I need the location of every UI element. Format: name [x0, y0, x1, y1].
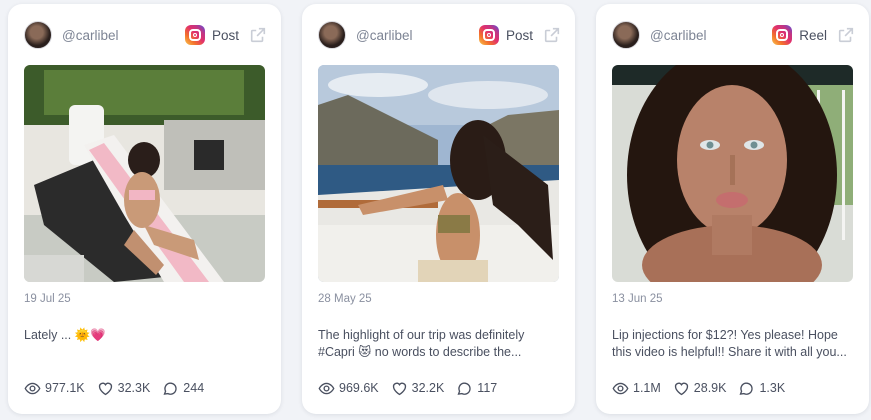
post-card[interactable]: @carlibel Reel 13 Jun 25 Lip injections … — [596, 4, 869, 414]
post-stats: 1.1M 28.9K 1.3K — [612, 378, 797, 398]
views-stat: 977.1K — [24, 380, 85, 397]
instagram-icon — [478, 25, 499, 45]
heart-icon — [98, 382, 112, 395]
avatar[interactable] — [318, 21, 346, 49]
comments-count: 117 — [477, 381, 498, 395]
comments-stat: 1.3K — [738, 380, 785, 397]
instagram-icon — [184, 25, 205, 45]
post-image[interactable] — [24, 65, 265, 282]
comment-icon — [739, 382, 754, 395]
comments-stat: 244 — [162, 380, 204, 397]
caption-line: this video is helpful!! Share it with al… — [612, 345, 847, 359]
heart-icon — [674, 382, 688, 395]
post-card[interactable]: @carlibel Post 19 Jul 25 Lately ... 🌞💗 9… — [8, 4, 281, 414]
views-count: 977.1K — [45, 381, 85, 395]
views-stat: 969.6K — [318, 380, 379, 397]
comments-stat: 117 — [456, 380, 497, 397]
post-header: @carlibel Post — [318, 20, 561, 50]
instagram-icon — [772, 25, 793, 45]
likes-stat: 32.3K — [97, 380, 151, 397]
likes-stat: 28.9K — [673, 380, 727, 397]
account-handle[interactable]: @carlibel — [650, 28, 772, 43]
post-type-label: Post — [211, 27, 239, 43]
external-link-icon[interactable] — [249, 26, 267, 44]
views-count: 969.6K — [339, 381, 379, 395]
views-stat: 1.1M — [612, 380, 661, 397]
likes-stat: 32.2K — [391, 380, 445, 397]
post-date: 19 Jul 25 — [24, 293, 71, 305]
likes-count: 28.9K — [693, 381, 727, 395]
views-count: 1.1M — [633, 381, 661, 395]
eye-icon — [24, 382, 41, 394]
caption-line: The highlight of our trip was definitely — [318, 328, 525, 342]
caption-line: Lately ... 🌞💗 — [24, 328, 106, 342]
external-link-icon[interactable] — [543, 26, 561, 44]
avatar[interactable] — [24, 21, 52, 49]
account-handle[interactable]: @carlibel — [62, 28, 185, 43]
post-stats: 977.1K 32.3K 244 — [24, 378, 216, 398]
post-stats: 969.6K 32.2K 117 — [318, 378, 509, 398]
post-image[interactable] — [612, 65, 853, 282]
account-handle[interactable]: @carlibel — [356, 28, 479, 43]
post-header: @carlibel Reel — [612, 20, 855, 50]
likes-count: 32.3K — [117, 381, 151, 395]
comments-count: 1.3K — [759, 381, 786, 395]
caption-line: #Capri 😻 no words to describe the... — [318, 345, 522, 359]
post-date: 13 Jun 25 — [612, 293, 663, 305]
external-link-icon[interactable] — [837, 26, 855, 44]
likes-count: 32.2K — [411, 381, 445, 395]
post-card[interactable]: @carlibel Post 28 May 25 The highlight o… — [302, 4, 575, 414]
post-caption: Lip injections for $12?! Yes please! Hop… — [612, 327, 855, 361]
post-type-label: Post — [505, 27, 533, 43]
avatar[interactable] — [612, 21, 640, 49]
caption-line: Lip injections for $12?! Yes please! Hop… — [612, 328, 838, 342]
comment-icon — [163, 382, 177, 395]
post-date: 28 May 25 — [318, 293, 372, 305]
post-header: @carlibel Post — [24, 20, 267, 50]
eye-icon — [612, 382, 629, 394]
heart-icon — [392, 382, 406, 395]
eye-icon — [318, 382, 335, 394]
post-type-label: Reel — [799, 27, 827, 43]
comment-icon — [457, 382, 471, 395]
post-image[interactable] — [318, 65, 559, 282]
post-caption: Lately ... 🌞💗 — [24, 327, 267, 344]
comments-count: 244 — [183, 381, 205, 395]
post-caption: The highlight of our trip was definitely… — [318, 327, 561, 361]
